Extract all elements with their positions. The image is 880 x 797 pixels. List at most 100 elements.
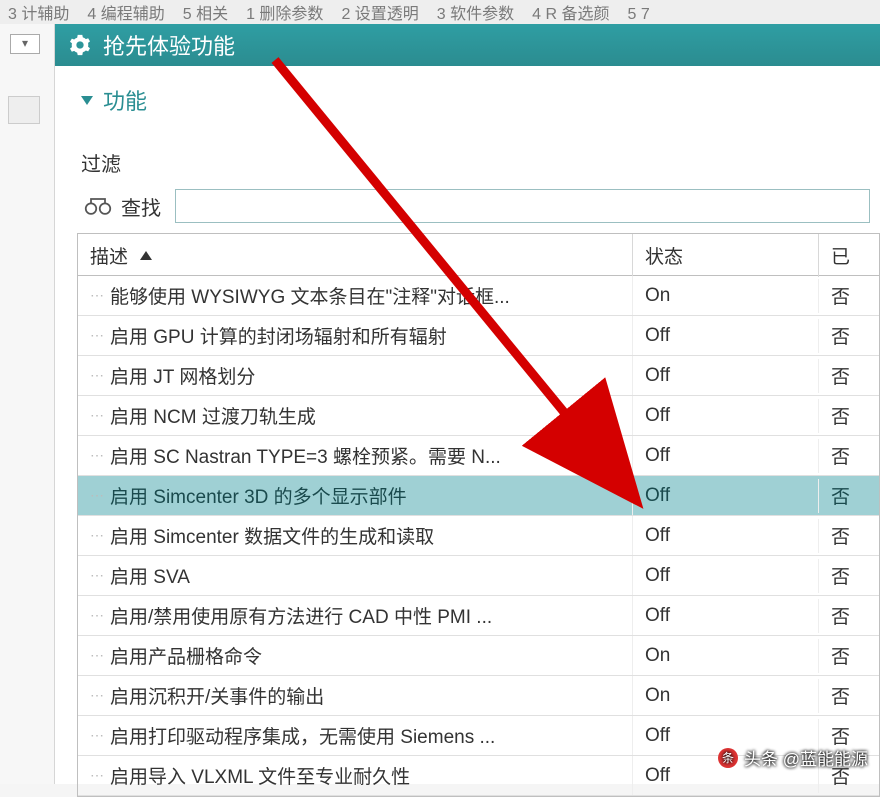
cell-col3: 否: [819, 636, 879, 675]
table-row[interactable]: ⋯启用 JT 网格划分Off否: [78, 356, 879, 396]
cell-state[interactable]: Off: [633, 599, 819, 633]
cell-description-text: 启用 SC Nastran TYPE=3 螺栓预紧。需要 N...: [110, 442, 501, 469]
cell-description: ⋯启用 NCM 过渡刀轨生成: [78, 396, 633, 435]
table-row[interactable]: ⋯启用沉积开/关事件的输出On否: [78, 676, 879, 716]
top-menu-item[interactable]: 4 R 备选颜: [532, 6, 609, 23]
cell-state[interactable]: Off: [633, 479, 819, 513]
watermark: 条 头条 @蓝能能源: [718, 745, 868, 770]
search-label: 查找: [121, 192, 161, 221]
grid-header: 描述 状态 已: [78, 234, 879, 276]
table-row[interactable]: ⋯启用 SVAOff否: [78, 556, 879, 596]
tree-indent-icon: ⋯: [90, 447, 110, 464]
tree-indent-icon: ⋯: [90, 367, 110, 384]
top-menu-item[interactable]: 2 设置透明: [341, 6, 418, 23]
cell-state[interactable]: On: [633, 679, 819, 713]
cell-description-text: 启用 SVA: [110, 562, 190, 589]
cell-description-text: 启用 GPU 计算的封闭场辐射和所有辐射: [110, 322, 447, 349]
table-row[interactable]: ⋯启用 Simcenter 数据文件的生成和读取Off否: [78, 516, 879, 556]
top-menu-item[interactable]: 3 软件参数: [437, 6, 514, 23]
tree-indent-icon: ⋯: [90, 527, 110, 544]
filter-label: 过滤: [55, 122, 880, 183]
feature-grid: 描述 状态 已 ⋯能够使用 WYSIWYG 文本条目在"注释"对话框...On否…: [77, 233, 880, 797]
table-row[interactable]: ⋯启用 Simcenter 3D 的多个显示部件Off否: [78, 476, 879, 516]
tree-indent-icon: ⋯: [90, 687, 110, 704]
cell-state[interactable]: Off: [633, 319, 819, 353]
cell-description-text: 启用沉积开/关事件的输出: [110, 682, 324, 709]
top-menu-item[interactable]: 3 计辅助: [8, 6, 69, 23]
table-row[interactable]: ⋯启用 NCM 过渡刀轨生成Off否: [78, 396, 879, 436]
table-row[interactable]: ⋯启用 SC Nastran TYPE=3 螺栓预紧。需要 N...Off否: [78, 436, 879, 476]
tree-indent-icon: ⋯: [90, 327, 110, 344]
cell-col3: 否: [819, 596, 879, 635]
sort-ascending-icon: [140, 251, 152, 260]
cell-col3: 否: [819, 676, 879, 715]
cell-description: ⋯启用/禁用使用原有方法进行 CAD 中性 PMI ...: [78, 596, 633, 635]
cell-state[interactable]: Off: [633, 399, 819, 433]
table-row[interactable]: ⋯能够使用 WYSIWYG 文本条目在"注释"对话框...On否: [78, 276, 879, 316]
cell-state[interactable]: On: [633, 639, 819, 673]
cell-state[interactable]: On: [633, 279, 819, 313]
tree-indent-icon: ⋯: [90, 767, 110, 784]
collapse-triangle-icon: [81, 96, 93, 105]
panel-title-bar: 抢先体验功能: [55, 24, 880, 66]
tree-indent-icon: ⋯: [90, 647, 110, 664]
cell-description-text: 启用 Simcenter 3D 的多个显示部件: [110, 482, 407, 509]
search-input[interactable]: [175, 189, 870, 223]
cell-state[interactable]: Off: [633, 519, 819, 553]
panel-title: 抢先体验功能: [103, 29, 235, 61]
tree-indent-icon: ⋯: [90, 407, 110, 424]
top-menu-item[interactable]: 1 删除参数: [246, 6, 323, 23]
cell-col3: 否: [819, 516, 879, 555]
tree-indent-icon: ⋯: [90, 607, 110, 624]
cell-description: ⋯启用导入 VLXML 文件至专业耐久性: [78, 756, 633, 795]
cell-description-text: 启用产品栅格命令: [110, 642, 262, 669]
left-dropdown[interactable]: [10, 34, 40, 54]
cell-col3: 否: [819, 356, 879, 395]
cell-description-text: 启用 NCM 过渡刀轨生成: [110, 402, 316, 429]
tree-indent-icon: ⋯: [90, 727, 110, 744]
cell-state[interactable]: Off: [633, 439, 819, 473]
table-row[interactable]: ⋯启用产品栅格命令On否: [78, 636, 879, 676]
top-menu-strip: 3 计辅助 4 编程辅助 5 相关 1 删除参数 2 设置透明 3 软件参数 4 R 备选颜…: [0, 0, 880, 24]
cell-description: ⋯启用沉积开/关事件的输出: [78, 676, 633, 715]
cell-description-text: 能够使用 WYSIWYG 文本条目在"注释"对话框...: [110, 282, 510, 309]
col-description[interactable]: 描述: [78, 234, 633, 277]
cell-col3: 否: [819, 276, 879, 315]
cell-description-text: 启用/禁用使用原有方法进行 CAD 中性 PMI ...: [110, 602, 492, 629]
col-state[interactable]: 状态: [633, 234, 819, 277]
tree-indent-icon: ⋯: [90, 567, 110, 584]
cell-description-text: 启用 Simcenter 数据文件的生成和读取: [110, 522, 434, 549]
binoculars-icon: [81, 192, 115, 220]
cell-col3: 否: [819, 476, 879, 515]
cell-col3: 否: [819, 316, 879, 355]
cell-col3: 否: [819, 436, 879, 475]
tree-indent-icon: ⋯: [90, 487, 110, 504]
gear-icon: [67, 32, 93, 58]
cell-state[interactable]: Off: [633, 359, 819, 393]
top-menu-item[interactable]: 4 编程辅助: [87, 6, 164, 23]
cell-description: ⋯启用 Simcenter 3D 的多个显示部件: [78, 476, 633, 515]
section-header[interactable]: 功能: [55, 66, 880, 122]
top-menu-item[interactable]: 5 7: [628, 6, 650, 23]
cell-description: ⋯启用 JT 网格划分: [78, 356, 633, 395]
cell-description-text: 启用打印驱动程序集成，无需使用 Siemens ...: [110, 722, 495, 749]
section-label: 功能: [103, 84, 147, 116]
col-3[interactable]: 已: [819, 234, 879, 277]
cell-description: ⋯启用 SVA: [78, 556, 633, 595]
cell-description: ⋯启用 SC Nastran TYPE=3 螺栓预紧。需要 N...: [78, 436, 633, 475]
cell-description: ⋯能够使用 WYSIWYG 文本条目在"注释"对话框...: [78, 276, 633, 315]
tree-indent-icon: ⋯: [90, 287, 110, 304]
watermark-logo-icon: 条: [718, 748, 738, 768]
cell-state[interactable]: Off: [633, 559, 819, 593]
left-rail: [0, 24, 55, 784]
cell-description: ⋯启用打印驱动程序集成，无需使用 Siemens ...: [78, 716, 633, 755]
left-glyph-icon: [8, 96, 40, 124]
table-row[interactable]: ⋯启用/禁用使用原有方法进行 CAD 中性 PMI ...Off否: [78, 596, 879, 636]
cell-description: ⋯启用 GPU 计算的封闭场辐射和所有辐射: [78, 316, 633, 355]
cell-description: ⋯启用 Simcenter 数据文件的生成和读取: [78, 516, 633, 555]
table-row[interactable]: ⋯启用 GPU 计算的封闭场辐射和所有辐射Off否: [78, 316, 879, 356]
top-menu-item[interactable]: 5 相关: [183, 6, 228, 23]
cell-col3: 否: [819, 556, 879, 595]
cell-col3: 否: [819, 396, 879, 435]
cell-description: ⋯启用产品栅格命令: [78, 636, 633, 675]
